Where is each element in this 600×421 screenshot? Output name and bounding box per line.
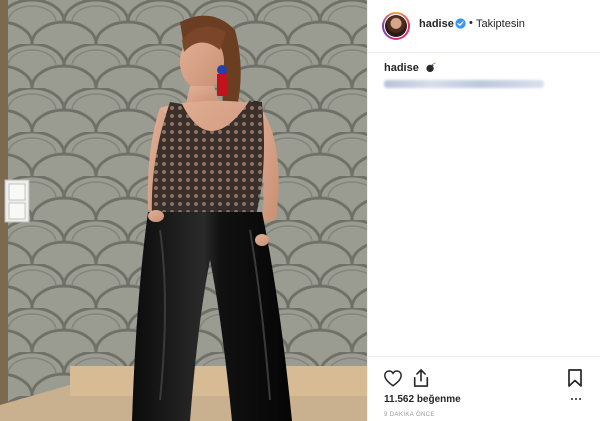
post-photo[interactable] xyxy=(0,0,367,421)
caption-username[interactable]: hadise xyxy=(384,62,419,74)
more-options-dot xyxy=(579,398,581,400)
header-separator: • xyxy=(469,17,473,29)
post-timestamp[interactable]: 9 DAKİKA ÖNCE xyxy=(384,412,435,418)
bookmark-icon xyxy=(568,369,582,387)
avatar-image xyxy=(385,15,407,37)
caption-link-blurred[interactable] xyxy=(384,80,544,88)
like-count[interactable]: 11.562 beğenme xyxy=(384,394,461,405)
post-side-panel: hadise • Takiptesin hadise 11.562 beğenm… xyxy=(367,0,600,421)
post-header: hadise • Takiptesin xyxy=(368,0,600,53)
share-button[interactable] xyxy=(410,367,432,389)
profile-avatar[interactable] xyxy=(382,12,410,40)
header-username[interactable]: hadise xyxy=(419,18,454,30)
instagram-post: hadise • Takiptesin hadise 11.562 beğenm… xyxy=(0,0,600,421)
post-image xyxy=(0,0,367,421)
bomb-icon xyxy=(426,62,436,73)
follow-status[interactable]: Takiptesin xyxy=(476,18,525,30)
more-options-icon xyxy=(571,398,573,400)
more-options-dot xyxy=(575,398,577,400)
verified-badge-icon xyxy=(455,18,466,29)
save-button[interactable] xyxy=(564,367,586,389)
share-icon xyxy=(413,369,429,387)
heart-icon xyxy=(384,370,402,387)
like-button[interactable] xyxy=(382,367,404,389)
post-caption: hadise xyxy=(384,62,436,74)
more-options-button[interactable] xyxy=(571,396,585,402)
avatar-ring xyxy=(384,14,408,38)
